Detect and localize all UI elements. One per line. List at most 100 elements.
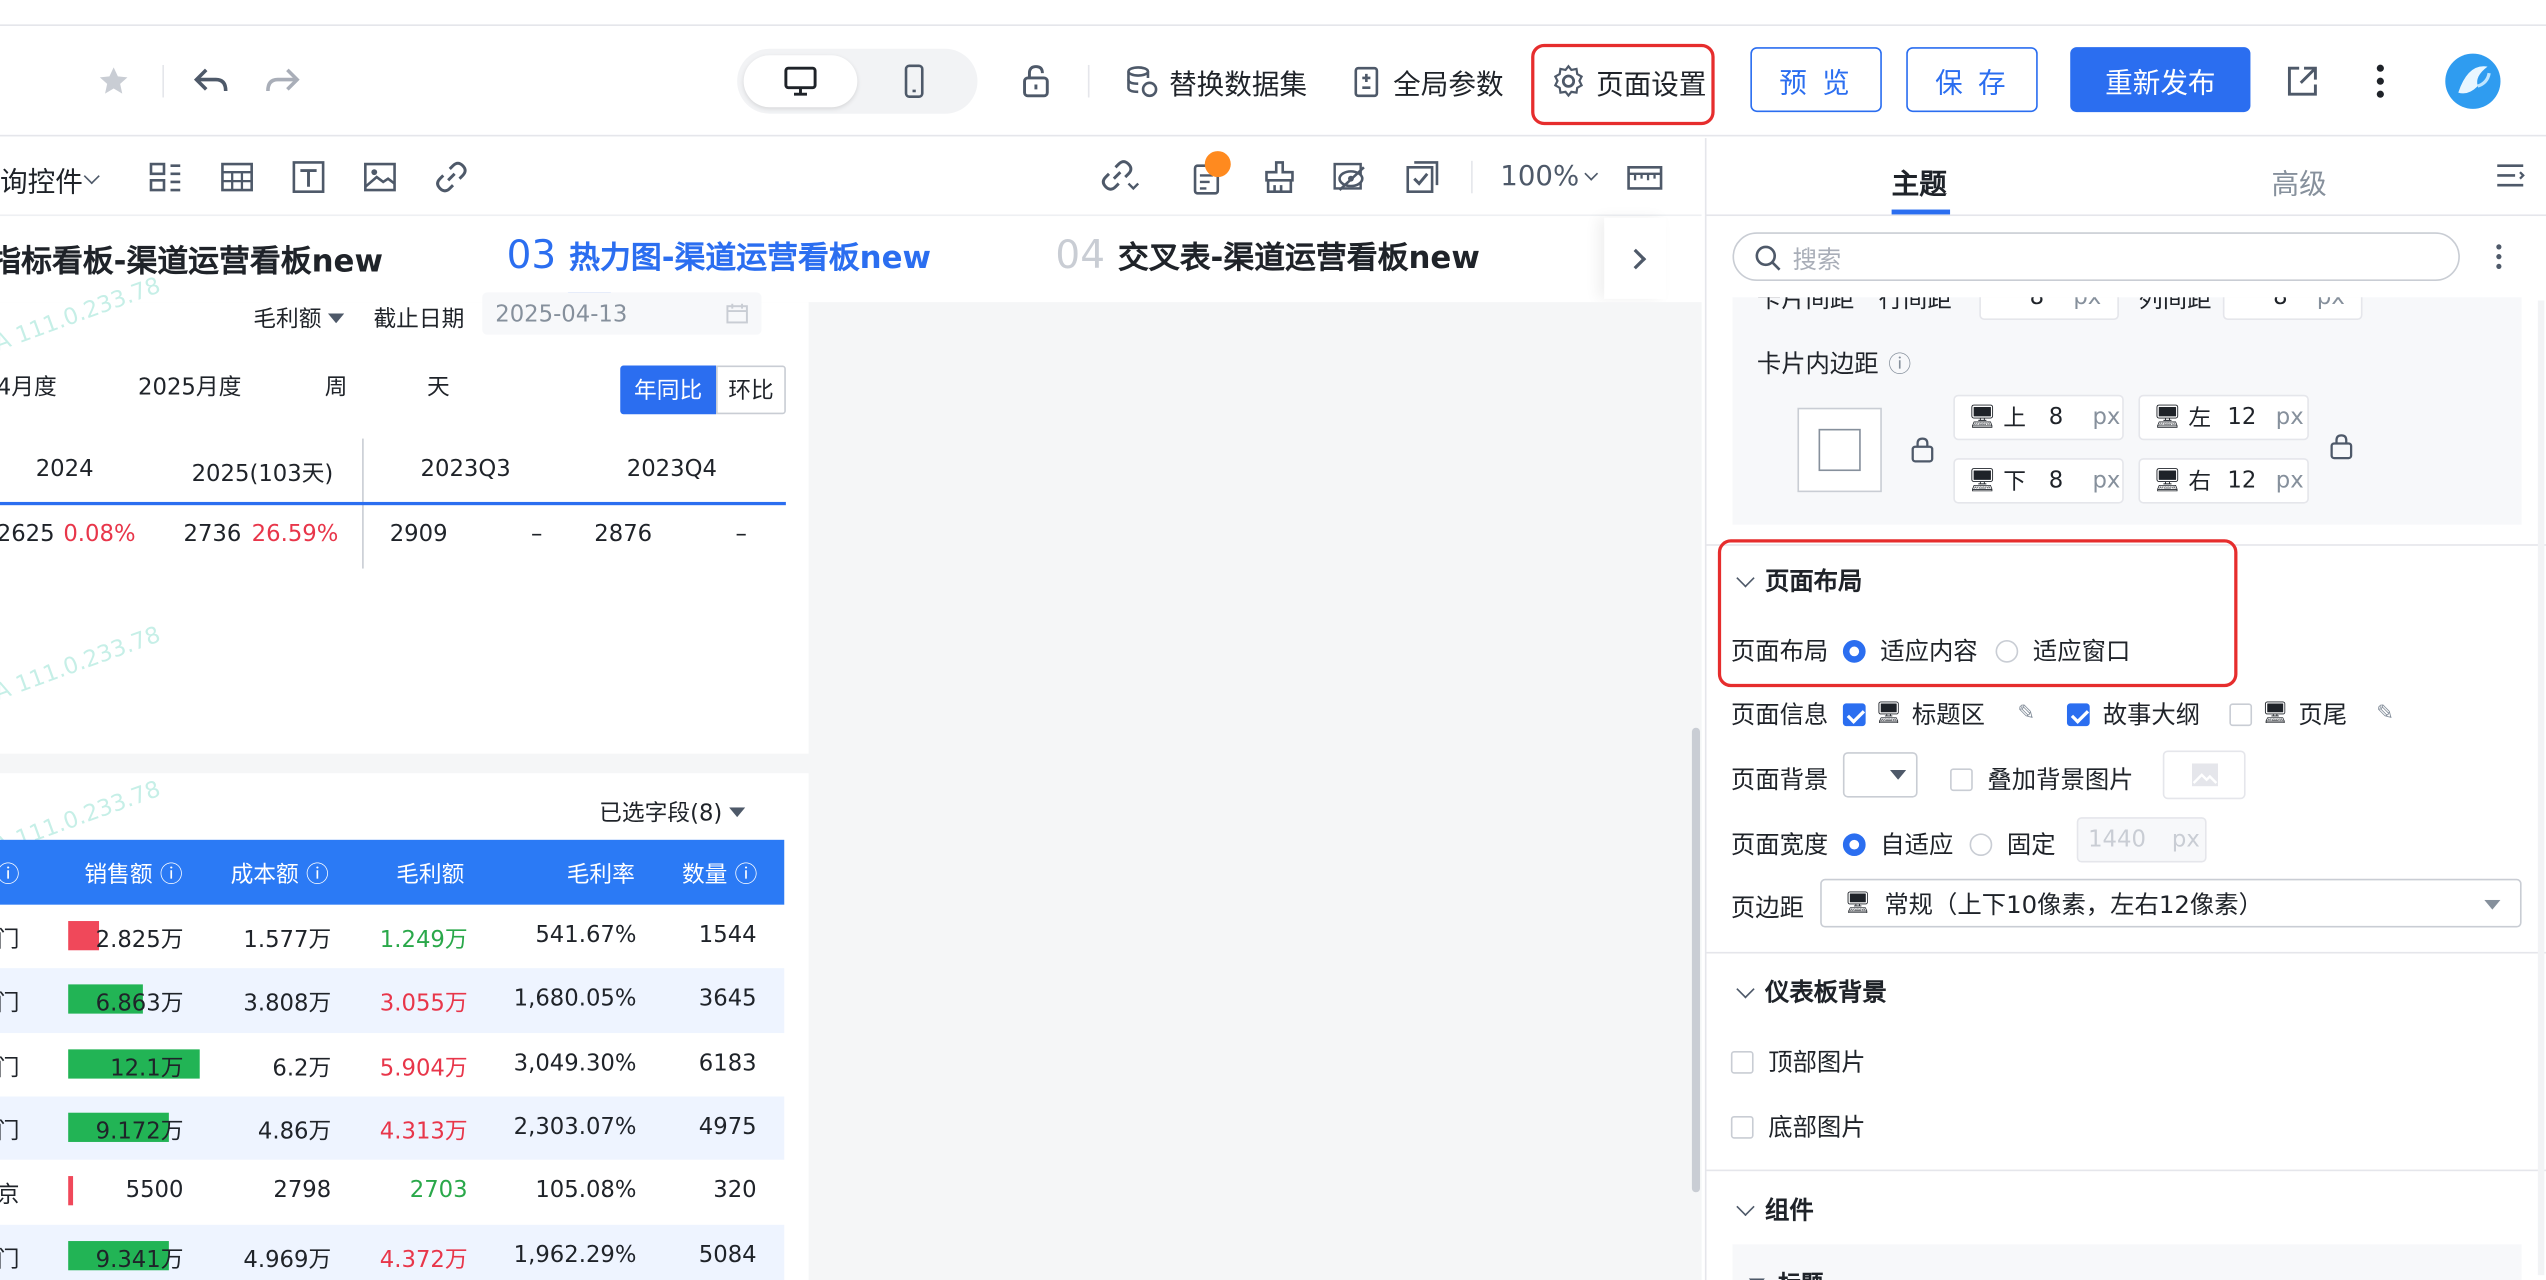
caret-down-icon	[2484, 899, 2501, 910]
yoy-button[interactable]: 年同比	[620, 365, 717, 415]
mobile-view-button[interactable]	[857, 55, 971, 107]
period-tab[interactable]: 天	[427, 370, 450, 402]
profit-cell: 5.904万	[379, 1055, 468, 1082]
redo-icon[interactable]	[260, 58, 305, 103]
zoom-dropdown[interactable]: 100%	[1500, 161, 1598, 193]
tabs-next-button[interactable]	[1604, 217, 1666, 299]
collapse-panel-icon[interactable]	[2492, 158, 2528, 194]
open-external-icon[interactable]	[2280, 58, 2325, 103]
lock-icon[interactable]	[2320, 430, 2362, 462]
fixed-width-input[interactable]: 1440 px	[2076, 817, 2207, 863]
row-gap-input[interactable]: 8 px	[1979, 297, 2119, 321]
bg-image-upload[interactable]	[2162, 750, 2246, 800]
sales-cell: 6.863万	[95, 991, 184, 1018]
column-header[interactable]: 成本额 ⓘ	[231, 858, 329, 890]
more-vertical-icon[interactable]	[2486, 239, 2512, 275]
mom-button[interactable]: 环比	[716, 365, 786, 415]
lock-icon[interactable]	[1901, 434, 1943, 466]
top-image-checkbox[interactable]: 顶部图片	[1730, 1044, 1866, 1078]
width-fixed-radio[interactable]: 固定	[1969, 827, 2056, 861]
padding-bottom-input[interactable]: 🖥 下 8 px	[1953, 458, 2124, 504]
table-row[interactable]: 门 12.1万 6.2万 5.904万 3,049.30% 6183	[0, 1032, 785, 1097]
summary-pct: 0.08%	[63, 521, 136, 548]
title-subsection-header[interactable]: 标题	[1748, 1267, 1823, 1280]
layout-fit-window-radio[interactable]: 适应窗口	[1995, 634, 2130, 668]
ruler-icon[interactable]	[1624, 158, 1666, 197]
col-gap-input[interactable]: 8 px	[2222, 297, 2363, 321]
tab-advanced[interactable]: 高级	[2272, 161, 2327, 201]
table-row[interactable]: 门 9.172万 4.86万 4.313万 2,303.07% 4975	[0, 1096, 785, 1161]
section-title: 组件	[1764, 1195, 1814, 1225]
selected-fields-dropdown[interactable]: 已选字段(8)	[599, 796, 746, 828]
more-vertical-icon[interactable]	[2358, 58, 2403, 103]
table-row[interactable]: 门 6.863万 3.808万 3.055万 1,680.05% 3645	[0, 968, 785, 1033]
overlay-bg-image-checkbox[interactable]: 叠加背景图片	[1950, 762, 2134, 796]
width-auto-radio[interactable]: 自适应	[1842, 827, 1953, 861]
table-row[interactable]: 门 2.825万 1.577万 1.249万 541.67% 1544	[0, 904, 785, 969]
panel-tabs: 主题 高级	[1706, 138, 2546, 217]
chevron-down-icon	[1583, 166, 1598, 181]
padding-left-input[interactable]: 🖥 左 12 px	[2138, 394, 2309, 441]
column-header[interactable]: 数量 ⓘ	[682, 858, 757, 890]
column-header[interactable]: 毛利率	[567, 858, 635, 890]
date-picker[interactable]: 2025-04-13	[482, 292, 762, 335]
dashboard-bg-section-header[interactable]: 仪表板背景	[1736, 975, 1887, 1009]
undo-icon[interactable]	[188, 58, 233, 103]
period-tab[interactable]: 周	[325, 370, 348, 402]
outline-checkbox[interactable]: 故事大纲	[2066, 697, 2200, 731]
search-input[interactable]: 搜索	[1732, 232, 2460, 282]
period-tab[interactable]: 4月度	[0, 370, 57, 402]
page-settings-button[interactable]: 页面设置	[1551, 55, 1707, 107]
link-settings-icon[interactable]	[1101, 158, 1140, 197]
tab-theme[interactable]: 主题	[1892, 161, 1947, 201]
table-row[interactable]: 门 9.341万 4.969万 4.372万 1,962.29% 5084	[0, 1223, 785, 1280]
text-widget-icon[interactable]	[289, 158, 328, 197]
desktop-view-button[interactable]	[743, 55, 858, 108]
page-layout-section-header[interactable]: 页面布局	[1736, 564, 1862, 598]
components-section-header[interactable]: 组件	[1736, 1192, 1814, 1226]
save-button[interactable]: 保 存	[1906, 47, 2038, 113]
quantity-cell: 320	[713, 1177, 757, 1204]
column-header[interactable]: 毛利额	[396, 858, 464, 890]
image-widget-icon[interactable]	[360, 158, 399, 197]
metric-dropdown[interactable]: 毛利额	[253, 302, 345, 334]
star-icon[interactable]	[94, 62, 133, 101]
avatar[interactable]	[2445, 53, 2501, 109]
date-value: 2025-04-13	[495, 302, 628, 329]
table-row[interactable]: 京 5500 2798 2703 105.08% 320	[0, 1160, 785, 1224]
cost-cell: 6.2万	[272, 1055, 332, 1082]
summary-pct: –	[735, 521, 747, 548]
query-control-dropdown[interactable]: 询控件	[0, 159, 100, 200]
sales-cell: 5500	[125, 1177, 184, 1204]
card-style-group: 卡片间距 行间距 8 px 列间距 8 px 卡片内边距 ⓘ 🖥 上 8 px 🖥 下	[1732, 297, 2522, 525]
republish-button[interactable]: 重新发布	[2070, 47, 2251, 113]
preview-button[interactable]: 预 览	[1750, 47, 1882, 113]
period-tab[interactable]: 2025月度	[138, 370, 241, 402]
tab-heatmap[interactable]: 03 热力图-渠道运营看板new	[507, 232, 931, 277]
footer-checkbox[interactable]: 🖥 页尾 ✎	[2229, 697, 2394, 731]
padding-right-input[interactable]: 🖥 右 12 px	[2138, 458, 2309, 504]
padding-top-input[interactable]: 🖥 上 8 px	[1953, 394, 2124, 441]
format-brush-icon[interactable]	[1260, 158, 1299, 197]
canvas-scrollbar[interactable]	[1691, 727, 1701, 1193]
hide-eye-icon[interactable]	[1331, 158, 1370, 197]
layout-fit-content-radio[interactable]: 适应内容	[1842, 634, 1978, 668]
edit-icon[interactable]: ✎	[2376, 702, 2394, 726]
global-params-button[interactable]: 全局参数	[1351, 55, 1504, 107]
page-margin-select[interactable]: 🖥 常规（上下10像素，左右12像素）	[1820, 878, 2522, 928]
bottom-image-checkbox[interactable]: 底部图片	[1730, 1109, 1866, 1143]
table-widget-icon[interactable]	[218, 158, 257, 197]
edit-icon[interactable]: ✎	[2017, 702, 2035, 726]
title-area-checkbox[interactable]: 🖥 标题区 ✎	[1842, 697, 2035, 731]
selected-fields-label: 已选字段(8)	[599, 800, 723, 827]
link-icon[interactable]	[432, 158, 471, 197]
filter-widget-icon[interactable]	[146, 158, 185, 197]
column-header[interactable]: 销售额 ⓘ	[84, 858, 182, 890]
tab-crosstab[interactable]: 04 交叉表-渠道运营看板new	[1055, 232, 1479, 277]
replace-dataset-button[interactable]: 替换数据集	[1124, 55, 1307, 107]
check-square-icon[interactable]	[1403, 158, 1442, 197]
tab-indicator-board[interactable]: 指标看板-渠道运营看板new	[0, 237, 383, 281]
margin-cell: 541.67%	[535, 922, 637, 949]
lock-icon[interactable]	[1013, 58, 1058, 103]
page-bg-color-picker[interactable]	[1842, 752, 1918, 798]
